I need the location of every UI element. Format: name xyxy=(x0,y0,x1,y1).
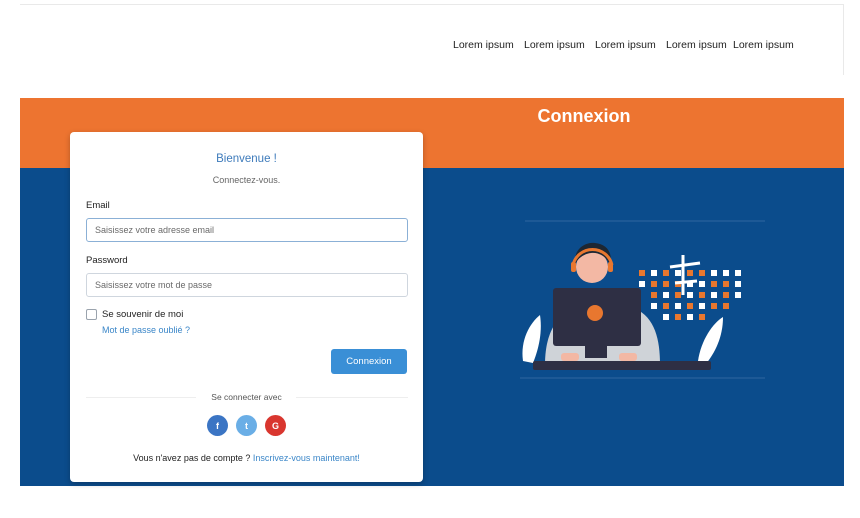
welcome-heading: Bienvenue ! xyxy=(216,153,277,165)
facebook-login-button[interactable]: f xyxy=(207,415,228,436)
remember-me-checkbox[interactable] xyxy=(86,309,97,320)
twitter-icon: t xyxy=(245,420,248,431)
nav-item-2[interactable]: Lorem ipsum xyxy=(524,39,585,51)
twitter-login-button[interactable]: t xyxy=(236,415,257,436)
password-field[interactable] xyxy=(86,273,408,297)
welcome-subtitle: Connectez-vous. xyxy=(212,175,281,185)
facebook-icon: f xyxy=(216,420,219,431)
google-icon: G xyxy=(271,420,279,431)
support-agent-illustration xyxy=(520,220,765,379)
login-page: Lorem ipsum Lorem ipsum Lorem ipsum Lore… xyxy=(0,0,860,518)
email-field[interactable] xyxy=(86,218,408,242)
login-button[interactable]: Connexion xyxy=(331,349,407,374)
signup-prompt: Vous n'avez pas de compte ? Inscrivez-vo… xyxy=(70,453,423,463)
google-login-button[interactable]: G xyxy=(265,415,286,436)
signup-text: Vous n'avez pas de compte ? xyxy=(133,453,251,463)
login-card: Bienvenue ! Connectez-vous. Email Passwo… xyxy=(70,132,423,482)
nav-item-4[interactable]: Lorem ipsum xyxy=(666,39,727,51)
signup-link[interactable]: Inscrivez-vous maintenant! xyxy=(253,453,360,463)
forgot-password-link[interactable]: Mot de passe oublié ? xyxy=(102,325,190,335)
social-login-caption: Se connecter avec xyxy=(211,392,282,402)
page-title: Connexion xyxy=(537,106,631,126)
nav-item-1[interactable]: Lorem ipsum xyxy=(453,39,514,51)
top-navbar: Lorem ipsum Lorem ipsum Lorem ipsum Lore… xyxy=(20,4,844,75)
password-label: Password xyxy=(86,255,128,266)
remember-me-label[interactable]: Se souvenir de moi xyxy=(102,309,183,320)
nav-item-5[interactable]: Lorem ipsum xyxy=(733,39,794,51)
nav-item-3[interactable]: Lorem ipsum xyxy=(595,39,656,51)
pixel-grid-decoration xyxy=(639,270,741,320)
email-label: Email xyxy=(86,200,110,211)
